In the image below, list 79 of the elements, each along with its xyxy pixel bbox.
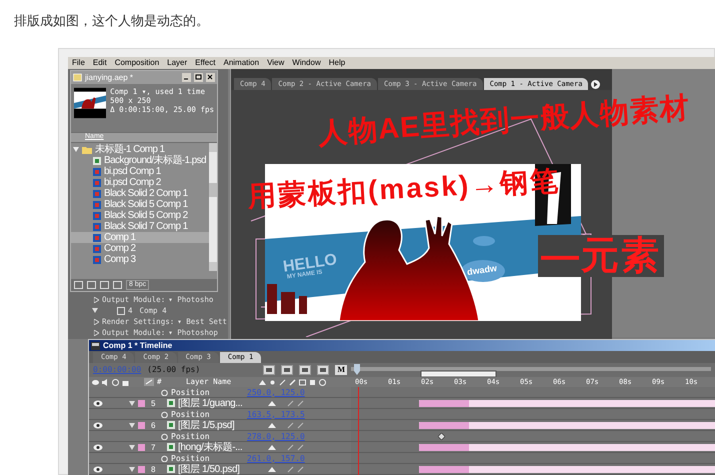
footage-icon	[167, 399, 175, 407]
menu-item[interactable]: Window	[292, 58, 321, 68]
menu-item[interactable]: Effect	[195, 58, 216, 68]
twirl-icon[interactable]	[129, 400, 135, 406]
thumbnail-drawing	[74, 87, 106, 119]
label-icon[interactable]	[144, 378, 154, 386]
square-icon[interactable]	[309, 378, 316, 386]
window-title: Comp 1 * Timeline	[103, 340, 174, 352]
frame-rate: (25.00 fps)	[147, 364, 202, 376]
twirl-icon[interactable]	[73, 146, 79, 152]
menu-item[interactable]: File	[72, 58, 85, 68]
twirl-icon[interactable]	[129, 422, 135, 428]
menu-item[interactable]: Layer	[167, 58, 188, 68]
property-name: Position	[171, 430, 211, 442]
property-name: Position	[171, 408, 211, 420]
project-item[interactable]: Comp 1	[71, 232, 209, 243]
project-file-icon	[73, 73, 82, 82]
layer-number: 6	[151, 420, 156, 430]
label-color-icon[interactable]	[138, 400, 145, 406]
label-color-icon[interactable]	[138, 444, 145, 450]
handwritten-note: 用蒙板扣(mask)→钢笔	[247, 166, 561, 212]
menu-arrow-icon[interactable]	[591, 80, 600, 89]
stopwatch-icon[interactable]	[161, 410, 168, 418]
dot-icon[interactable]	[269, 378, 276, 386]
layer-name[interactable]: [hong/未标题-...	[178, 442, 268, 452]
project-item[interactable]: Comp 3	[71, 254, 209, 265]
layer-name[interactable]: [图层 1/50.psd]	[178, 464, 268, 474]
close-icon[interactable]	[206, 73, 215, 82]
label-color-icon[interactable]	[138, 466, 145, 472]
post-text: 排版成如图，这个人物是动态的。	[14, 12, 209, 30]
twirl-icon[interactable]	[129, 444, 135, 450]
menu-item[interactable]: Edit	[92, 58, 107, 68]
footage-icon	[167, 443, 175, 451]
checkbox-icon[interactable]	[117, 306, 125, 314]
work-area-bar[interactable]	[351, 362, 711, 378]
markers-button[interactable]: M	[335, 365, 347, 375]
layer-number: 5	[151, 398, 156, 408]
slash-icon[interactable]	[279, 378, 286, 386]
project-item[interactable]: Black Solid 5 Comp 2	[71, 210, 209, 221]
handwritten-note: 人物AE里找到一般人物素材	[317, 94, 691, 149]
stopwatch-icon[interactable]	[161, 388, 168, 396]
property-name: Position	[171, 386, 211, 398]
keyframe-icon[interactable]	[438, 433, 445, 440]
lock-icon[interactable]	[122, 378, 129, 386]
layer-number: 8	[151, 464, 156, 474]
project-item[interactable]: bi.psd Comp 2	[71, 177, 209, 188]
solo-icon[interactable]	[112, 378, 119, 386]
timeline-icon	[91, 342, 100, 350]
project-item[interactable]: 未标题-1 Comp 1	[71, 144, 209, 155]
artwork-label: dwadw	[466, 264, 498, 278]
footage-icon	[167, 421, 175, 429]
stopwatch-icon[interactable]	[161, 432, 168, 440]
window-title: jianying.aep *	[85, 72, 134, 84]
handwritten-note: —元素	[538, 235, 664, 277]
project-item[interactable]: Black Solid 5 Comp 1	[71, 199, 209, 210]
circle-icon[interactable]	[319, 378, 326, 386]
project-item[interactable]: Black Solid 7 Comp 1	[71, 221, 209, 232]
stopwatch-icon[interactable]	[161, 454, 168, 462]
twirl-icon[interactable]	[129, 466, 135, 472]
maximize-icon[interactable]	[194, 73, 203, 82]
minimize-icon[interactable]	[182, 73, 191, 82]
menu-item[interactable]: View	[267, 58, 284, 68]
project-item[interactable]: Background/未标题-1.psd	[71, 155, 209, 166]
footage-icon	[167, 465, 175, 473]
menu-item[interactable]: Help	[328, 58, 346, 68]
scrollbar[interactable]	[209, 143, 217, 271]
property-name: Position	[171, 452, 211, 464]
pen-icon[interactable]	[289, 378, 296, 386]
layer-name[interactable]: [图层 1/5.psd]	[178, 420, 268, 430]
project-item[interactable]: Comp 2	[71, 243, 209, 254]
menu-item[interactable]: Composition	[114, 58, 160, 68]
label-color-icon[interactable]	[138, 422, 145, 428]
project-item[interactable]: bi.psd Comp 1	[71, 166, 209, 177]
layer-name[interactable]: [图层 1/guang...	[178, 398, 268, 408]
frame-icon[interactable]	[299, 378, 306, 386]
menu-item[interactable]: Animation	[223, 58, 260, 68]
layer-number: 7	[151, 442, 156, 452]
footage-icon	[93, 156, 101, 164]
project-item[interactable]: Black Solid 2 Comp 1	[71, 188, 209, 199]
